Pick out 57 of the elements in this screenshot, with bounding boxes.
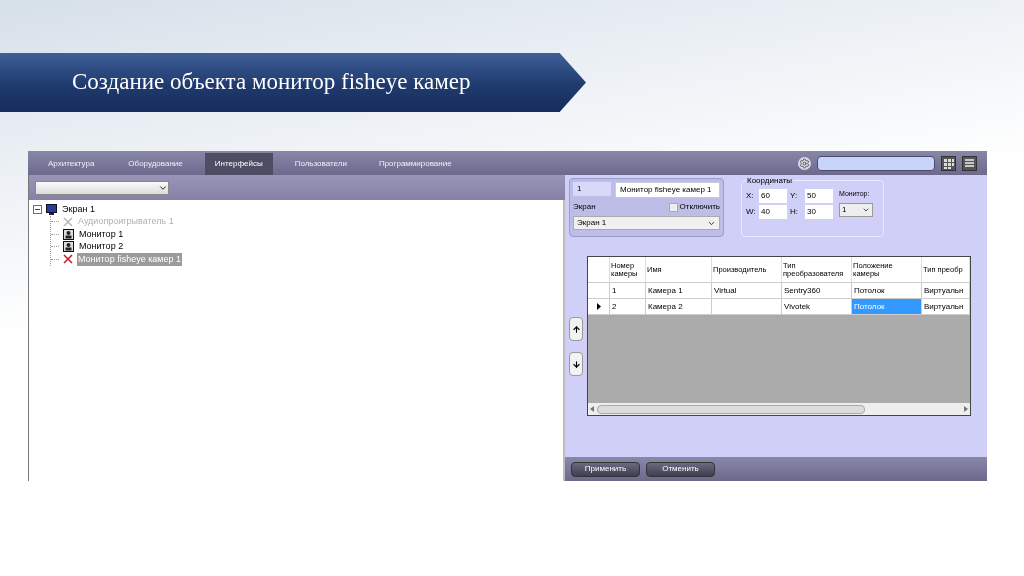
menu-icon[interactable] (962, 155, 977, 171)
current-row-icon (596, 303, 601, 310)
coordinate-field[interactable]: 30 (805, 205, 833, 219)
table-cell: Камера 1 (646, 283, 712, 298)
portrait-icon (63, 241, 74, 253)
checkbox-label: Отключить (679, 201, 720, 213)
cross-icon (63, 216, 73, 227)
table-cell: Камера 2 (646, 299, 712, 314)
table-cell: 1 (610, 283, 646, 298)
coordinate-label: X: (746, 190, 755, 202)
collapse-toggle[interactable] (33, 204, 42, 214)
move-down-button[interactable] (569, 352, 583, 376)
table-cell: Виртуальн (922, 299, 970, 314)
tab[interactable]: Архитектура (38, 153, 105, 175)
tab[interactable]: Пользователи (284, 153, 357, 175)
table-cell: 2 (610, 299, 646, 314)
action-button[interactable]: Применить (571, 461, 640, 477)
tree-item[interactable]: Монитор 1 (78, 227, 125, 241)
name-field[interactable]: Монитор fisheye камер 1 (615, 182, 720, 198)
move-up-button[interactable] (569, 317, 583, 341)
table-cell: Потолок (852, 283, 922, 298)
portrait-icon (63, 228, 74, 240)
coordinate-label: H: (790, 206, 799, 218)
screen-dropdown[interactable]: Экран 1 (573, 216, 720, 230)
table-cell: Sentry360 (782, 283, 852, 298)
coordinate-field[interactable]: 50 (805, 189, 833, 203)
arrow-up-icon (571, 324, 581, 334)
tab[interactable]: Оборудование (118, 153, 193, 175)
tree-item[interactable]: Монитор 2 (78, 240, 125, 254)
tab[interactable]: Программирование (368, 153, 462, 175)
checkbox[interactable] (668, 202, 678, 212)
filter-dropdown[interactable] (35, 180, 169, 195)
group-title: Координаты (746, 175, 794, 187)
scrollbar-thumb[interactable] (597, 404, 865, 414)
tab[interactable]: Интерфейсы (204, 153, 273, 175)
tree-item[interactable]: Экран 1 (61, 202, 96, 216)
coordinate-label: Y: (790, 190, 799, 202)
coordinate-field[interactable]: 40 (759, 205, 787, 219)
id-field[interactable]: 1 (573, 182, 611, 196)
horizontal-scrollbar[interactable] (588, 403, 970, 415)
arrow-down-icon (571, 359, 581, 369)
coordinate-field[interactable]: 60 (759, 189, 787, 203)
table-cell: Виртуальн (922, 283, 970, 298)
table-cell: Virtual (712, 283, 782, 298)
slide-title: Создание объекта монитор fisheye камер (72, 68, 471, 97)
monitor-icon (46, 203, 57, 215)
scroll-left-icon[interactable] (590, 406, 594, 412)
coordinate-label: W: (746, 206, 756, 218)
action-button[interactable]: Отменить (646, 461, 715, 477)
screen-label: Экран (573, 201, 596, 213)
scroll-right-icon[interactable] (964, 406, 968, 412)
cross-icon (63, 254, 73, 265)
settings-icon[interactable] (798, 156, 811, 170)
grid-view-icon[interactable] (941, 155, 956, 171)
search-field[interactable] (817, 155, 935, 171)
table-cell: Потолок (852, 299, 922, 314)
monitor-dropdown[interactable]: 1 (839, 202, 873, 217)
